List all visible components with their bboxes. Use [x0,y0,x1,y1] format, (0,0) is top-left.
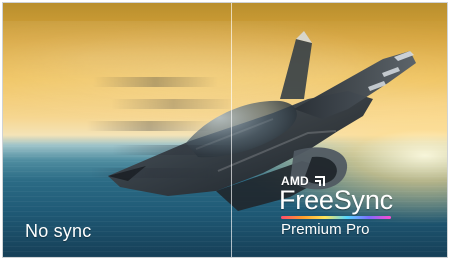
split-divider [231,3,232,257]
premium-pro-text: Premium Pro [281,221,370,238]
comparison-image: No sync AMD FreeSync Premium Pro [2,2,448,258]
freesync-color-bar [281,216,391,219]
freesync-wordmark: FreeSync [279,185,393,215]
no-sync-label: No sync [25,221,92,241]
freesync-branding: AMD FreeSync Premium Pro [279,173,429,243]
